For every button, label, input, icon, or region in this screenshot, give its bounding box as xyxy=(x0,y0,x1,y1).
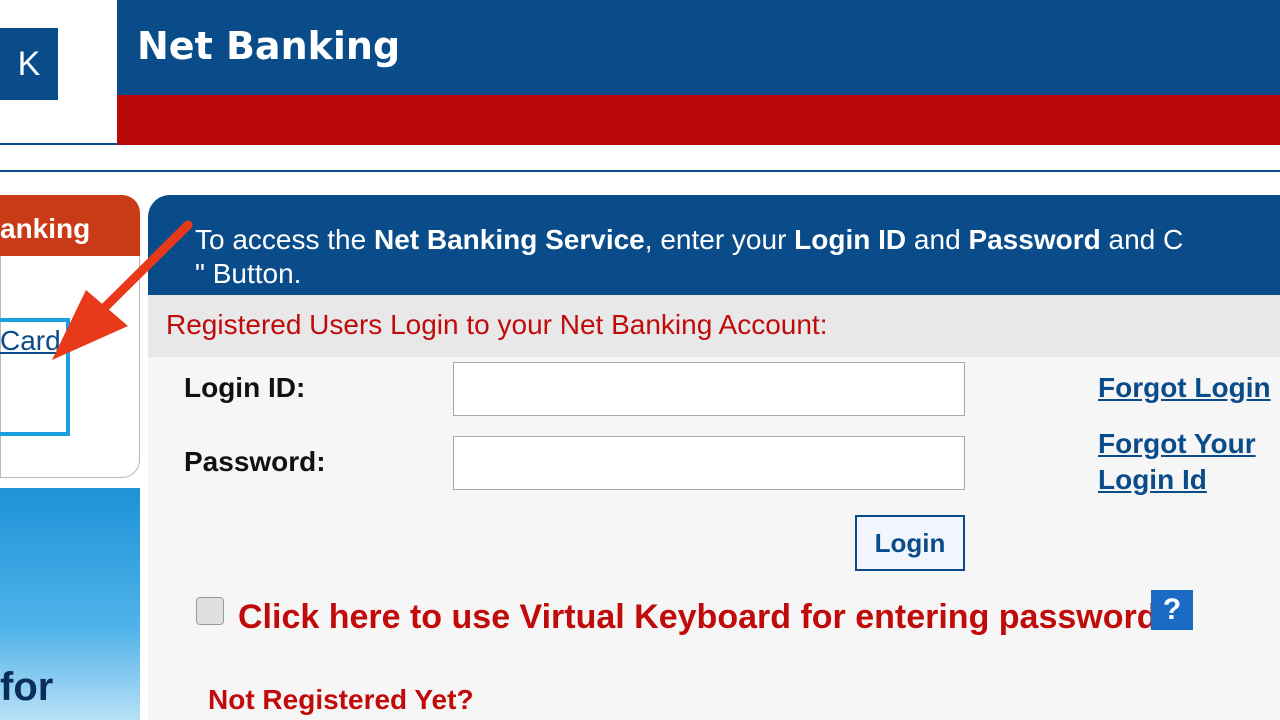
instruction-part: , enter your xyxy=(644,224,795,255)
header-stripe xyxy=(117,95,1280,145)
virtual-keyboard-label[interactable]: Click here to use Virtual Keyboard for e… xyxy=(238,598,1158,637)
instruction-text: To access the Net Banking Service, enter… xyxy=(195,224,1183,256)
forgot-your-link[interactable]: Forgot Your xyxy=(1098,428,1256,460)
password-label: Password: xyxy=(184,446,326,477)
login-button[interactable]: Login xyxy=(855,515,965,571)
card-link-highlight xyxy=(0,318,70,436)
instruction-login-id: Login ID xyxy=(794,224,907,255)
not-registered-heading: Not Registered Yet? xyxy=(208,684,474,715)
instruction-part: and xyxy=(906,224,969,255)
page-title: Net Banking xyxy=(137,24,401,68)
left-panel-tab-label: anking xyxy=(0,213,91,244)
instruction-part: and C xyxy=(1100,224,1184,255)
login-id-label: Login ID: xyxy=(184,372,306,403)
forgot-login-link[interactable]: Forgot Login xyxy=(1098,372,1271,404)
logo-letter: K xyxy=(17,45,41,83)
instruction-part: To access the xyxy=(195,224,374,255)
instruction-service: Net Banking Service xyxy=(373,224,645,255)
help-icon[interactable]: ? xyxy=(1151,590,1193,630)
login-id-link[interactable]: Login Id xyxy=(1098,464,1207,496)
password-input[interactable] xyxy=(453,436,965,490)
registered-users-heading: Registered Users Login to your Net Banki… xyxy=(166,309,828,340)
header-divider xyxy=(0,170,1280,172)
promo-banner-text: for xyxy=(0,665,54,709)
virtual-keyboard-checkbox[interactable] xyxy=(196,597,224,625)
instruction-text-line2: " Button. xyxy=(195,258,302,289)
instruction-password: Password xyxy=(968,224,1101,255)
login-id-input[interactable] xyxy=(453,362,965,416)
bank-logo: K xyxy=(0,28,58,100)
